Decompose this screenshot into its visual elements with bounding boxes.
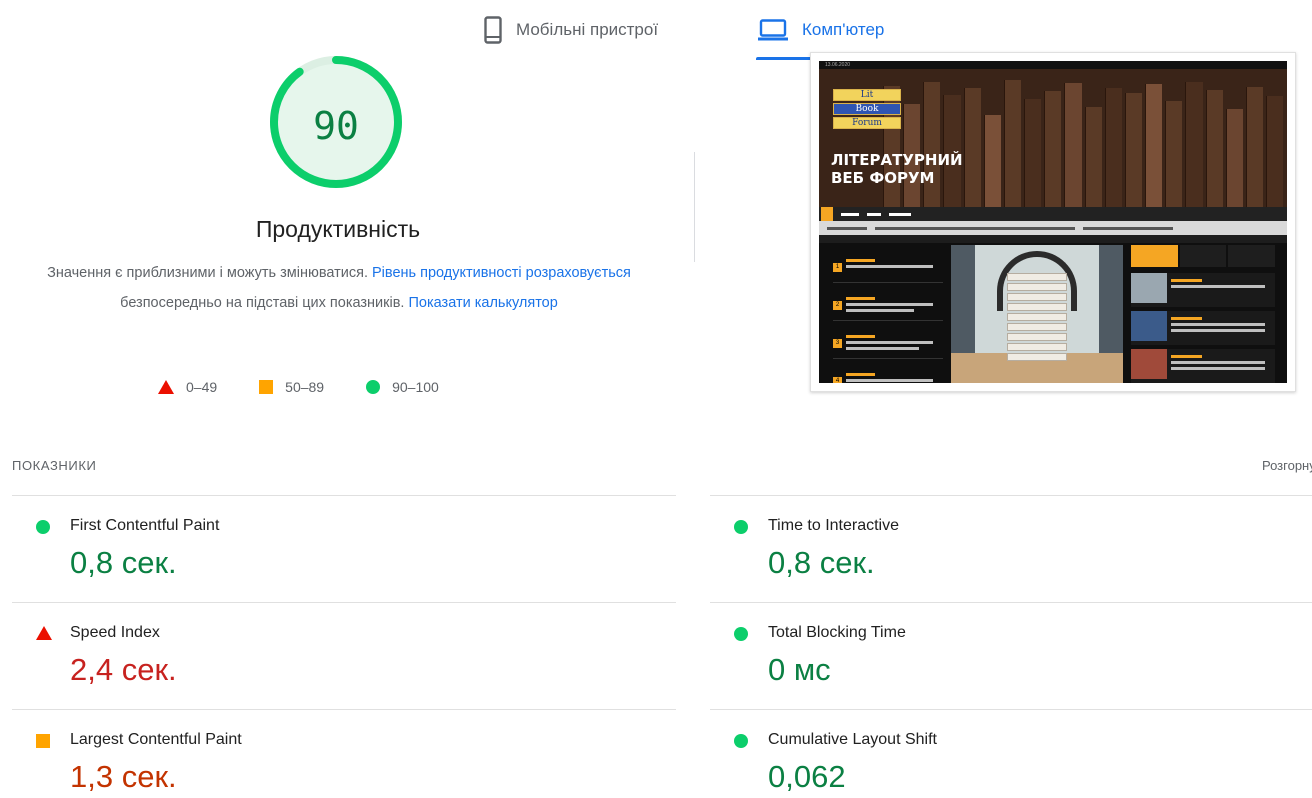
square-icon: [36, 734, 50, 748]
site-logo: Lit Book Forum: [833, 89, 901, 147]
circle-icon: [36, 520, 50, 534]
screenshot-hero-image: [951, 245, 1123, 383]
screenshot-nav: [819, 207, 1287, 221]
tab-mobile-label: Мобільні пристрої: [516, 20, 659, 39]
page-screenshot: 13.06.2020 Lit Book Forum ЛІТЕРАТУРНИЙ В…: [810, 52, 1296, 392]
triangle-icon: [36, 626, 52, 640]
phone-icon: [484, 16, 502, 44]
metric-value: 0,062: [768, 759, 846, 794]
divider: [12, 602, 676, 603]
calculator-link[interactable]: Показати калькулятор: [409, 295, 558, 311]
circle-icon: [734, 734, 748, 748]
site-title: ЛІТЕРАТУРНИЙ ВЕБ ФОРУМ: [831, 151, 963, 187]
metric-value: 1,3 сек.: [70, 759, 177, 794]
divider: [710, 495, 1312, 496]
circle-icon: [734, 520, 748, 534]
desc-text-2: безпосередньо на підставі цих показників…: [120, 295, 409, 311]
tab-desktop-label: Комп'ютер: [802, 20, 885, 39]
screenshot-date: 13.06.2020: [819, 61, 1287, 69]
screenshot-image: 13.06.2020 Lit Book Forum ЛІТЕРАТУРНИЙ В…: [819, 61, 1287, 383]
metric-name: Cumulative Layout Shift: [768, 731, 937, 748]
screenshot-header: Lit Book Forum ЛІТЕРАТУРНИЙ ВЕБ ФОРУМ: [819, 69, 1287, 207]
score-legend: 0–49 50–89 90–100: [158, 376, 439, 398]
tab-mobile[interactable]: Мобільні пристрої: [484, 0, 658, 60]
performance-description: Значення є приблизними і можуть змінюват…: [46, 258, 632, 318]
divider: [710, 709, 1312, 710]
screenshot-body: 1 2 3 4: [819, 243, 1287, 383]
device-tabs: Мобільні пристрої Комп'ютер: [0, 0, 1312, 60]
divider: [12, 709, 676, 710]
expand-view-toggle[interactable]: Розгорнути: [1262, 458, 1312, 473]
screenshot-ticker: [819, 221, 1287, 235]
metric-value: 2,4 сек.: [70, 652, 177, 687]
metric-name: Time to Interactive: [768, 517, 900, 534]
laptop-icon: [758, 19, 788, 41]
divider: [12, 495, 676, 496]
legend-pass-label: 90–100: [392, 379, 439, 395]
performance-title: Продуктивність: [255, 216, 421, 242]
desc-text-1: Значення є приблизними і можуть змінюват…: [47, 265, 373, 281]
metric-name: First Contentful Paint: [70, 517, 220, 534]
circle-icon: [734, 627, 748, 641]
metric-name: Total Blocking Time: [768, 624, 906, 641]
square-icon: [259, 380, 274, 394]
legend-fail-label: 0–49: [186, 379, 218, 395]
performance-gauge: 90: [266, 52, 406, 192]
performance-score: 90: [313, 104, 359, 148]
circle-icon: [366, 380, 381, 394]
metric-value: 0,8 сек.: [70, 545, 177, 580]
triangle-icon: [158, 380, 174, 394]
legend-average-label: 50–89: [285, 379, 325, 395]
metrics-section-label: ПОКАЗНИКИ: [12, 458, 97, 473]
legend-average: 50–89: [259, 379, 324, 395]
metric-name: Speed Index: [70, 624, 160, 641]
legend-pass: 90–100: [366, 379, 439, 395]
divider: [710, 602, 1312, 603]
legend-fail: 0–49: [158, 379, 217, 395]
tab-desktop[interactable]: Комп'ютер: [756, 0, 893, 60]
metric-name: Largest Contentful Paint: [70, 731, 242, 748]
divider: [694, 152, 695, 262]
metric-value: 0 мс: [768, 652, 831, 687]
scoring-link[interactable]: Рівень продуктивності розраховується: [372, 265, 631, 281]
metric-value: 0,8 сек.: [768, 545, 875, 580]
